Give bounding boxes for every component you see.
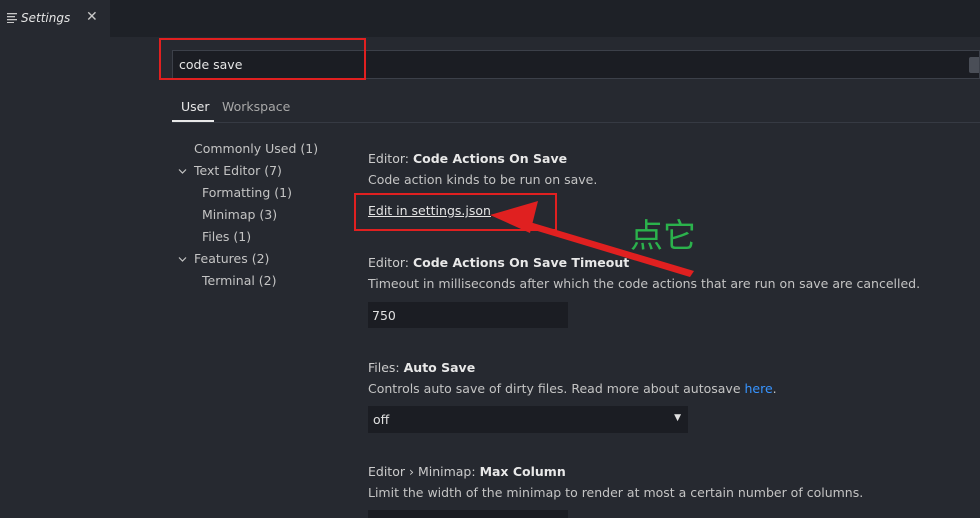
annotation-label: 点它 — [630, 216, 696, 255]
annotation-arrow — [490, 201, 694, 277]
